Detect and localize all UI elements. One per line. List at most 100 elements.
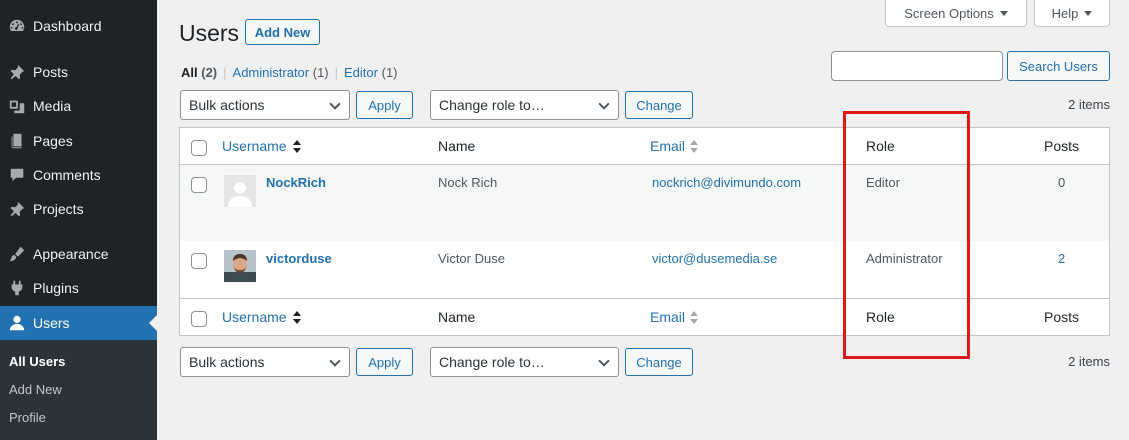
user-email-link[interactable]: victor@dusemedia.se (652, 251, 777, 266)
column-posts-footer: Posts (1044, 309, 1080, 325)
items-count: 2 items (1068, 97, 1110, 112)
change-role-button[interactable]: Change (625, 91, 693, 119)
row-checkbox[interactable] (191, 177, 207, 193)
user-name: Nock Rich (438, 175, 498, 190)
filter-all-link[interactable]: All (2) (181, 65, 217, 80)
filter-separator: | (334, 65, 339, 80)
apply-button[interactable]: Apply (356, 91, 413, 119)
search-users-input[interactable] (831, 51, 1003, 81)
user-name: Victor Duse (438, 251, 505, 266)
user-role: Editor (866, 175, 900, 190)
search-users-button[interactable]: Search Users (1007, 51, 1110, 81)
submenu-profile[interactable]: Profile (9, 410, 46, 425)
sort-icon[interactable] (293, 140, 301, 154)
dashboard-icon (7, 16, 27, 36)
screen-options-label: Screen Options (904, 5, 994, 21)
bulk-actions-value: Bulk actions (189, 354, 265, 370)
media-icon (7, 96, 27, 116)
column-username-footer[interactable]: Username (222, 309, 287, 325)
pin-icon (7, 62, 27, 82)
sidebar-item-media[interactable]: Media (0, 89, 157, 123)
main-content: Screen Options Help Users Add New All (2… (157, 0, 1129, 440)
table-row: NockRich Nock Rich nockrich@divimundo.co… (180, 165, 1109, 241)
screen-options-tab[interactable]: Screen Options (885, 0, 1027, 27)
column-email-footer[interactable]: Email (650, 309, 685, 325)
items-count-bottom: 2 items (1068, 354, 1110, 369)
sidebar-item-label: Posts (33, 64, 69, 80)
sidebar-item-label: Comments (33, 167, 101, 183)
sidebar-item-label: Pages (33, 133, 73, 149)
sidebar-item-label: Users (33, 315, 70, 331)
sort-icon[interactable] (690, 311, 698, 325)
add-new-user-button[interactable]: Add New (245, 19, 320, 45)
brush-icon (7, 244, 27, 264)
select-all-checkbox[interactable] (191, 140, 207, 156)
filter-editor-link[interactable]: Editor (1) (344, 65, 397, 80)
page-title: Users (179, 20, 240, 46)
filter-administrator-link[interactable]: Administrator (1) (233, 65, 329, 80)
change-role-button-bottom[interactable]: Change (625, 348, 693, 376)
username-link[interactable]: NockRich (266, 175, 326, 190)
sidebar-item-comments[interactable]: Comments (0, 158, 157, 192)
avatar (224, 250, 256, 282)
help-label: Help (1051, 5, 1079, 21)
change-role-select-bottom[interactable]: Change role to… (430, 347, 619, 377)
bulk-actions-value: Bulk actions (189, 97, 265, 113)
table-header: Username Name Email Role Posts (180, 128, 1109, 165)
sidebar-item-projects[interactable]: Projects (0, 192, 157, 226)
pages-icon (7, 131, 27, 151)
change-role-select[interactable]: Change role to… (430, 90, 619, 120)
user-posts-count: 0 (1058, 175, 1066, 190)
sidebar-item-label: Projects (33, 201, 84, 217)
column-username-header[interactable]: Username (222, 138, 287, 154)
column-name-footer: Name (438, 309, 476, 325)
change-role-value: Change role to… (439, 354, 545, 370)
admin-sidebar: Dashboard Posts Media Pages Comments Pro… (0, 0, 157, 440)
chevron-down-icon (598, 355, 610, 367)
select-all-checkbox[interactable] (191, 311, 207, 327)
sidebar-item-dashboard[interactable]: Dashboard (0, 9, 157, 43)
submenu-add-new[interactable]: Add New (9, 382, 62, 397)
bulk-actions-select-bottom[interactable]: Bulk actions (180, 347, 350, 377)
user-posts-link[interactable]: 2 (1058, 251, 1065, 266)
sidebar-item-plugins[interactable]: Plugins (0, 271, 157, 305)
bulk-actions-select[interactable]: Bulk actions (180, 90, 350, 120)
filter-separator: | (223, 65, 227, 80)
table-footer: Username Name Email Role Posts (180, 298, 1109, 335)
avatar (224, 175, 256, 207)
sidebar-item-appearance[interactable]: Appearance (0, 237, 157, 271)
column-name-header: Name (438, 138, 476, 154)
help-tab[interactable]: Help (1034, 0, 1110, 27)
sidebar-item-pages[interactable]: Pages (0, 124, 157, 158)
sidebar-item-label: Plugins (33, 280, 79, 296)
caret-down-icon (1084, 10, 1093, 16)
filter-all-count: (2) (201, 65, 218, 80)
username-link[interactable]: victorduse (266, 251, 332, 266)
chevron-down-icon (329, 98, 341, 110)
sort-icon[interactable] (690, 140, 698, 154)
sidebar-item-label: Media (33, 98, 72, 114)
chevron-down-icon (329, 355, 341, 367)
sidebar-item-posts[interactable]: Posts (0, 55, 157, 89)
sort-icon[interactable] (293, 311, 301, 325)
role-filter-links: All (2) | Administrator (1) | Editor (1) (181, 65, 398, 80)
sidebar-item-label: Dashboard (33, 18, 102, 34)
column-posts-header: Posts (1044, 138, 1080, 154)
change-role-value: Change role to… (439, 97, 545, 113)
chevron-down-icon (598, 98, 610, 110)
user-email-link[interactable]: nockrich@divimundo.com (652, 175, 801, 190)
sidebar-item-users[interactable]: Users (0, 306, 157, 340)
user-icon (7, 313, 27, 333)
users-submenu: All Users Add New Profile (0, 340, 157, 440)
users-table: Username Name Email Role Posts NockRich … (179, 127, 1110, 336)
apply-button-bottom[interactable]: Apply (356, 348, 413, 376)
row-checkbox[interactable] (191, 253, 207, 269)
column-email-header[interactable]: Email (650, 138, 685, 154)
user-role: Administrator (866, 251, 943, 266)
submenu-all-users[interactable]: All Users (9, 354, 65, 369)
column-role-header: Role (866, 138, 895, 154)
pin-icon (7, 199, 27, 219)
filter-administrator-count: (1) (312, 65, 329, 80)
plug-icon (7, 278, 27, 298)
table-row: victorduse Victor Duse victor@dusemedia.… (180, 241, 1109, 298)
